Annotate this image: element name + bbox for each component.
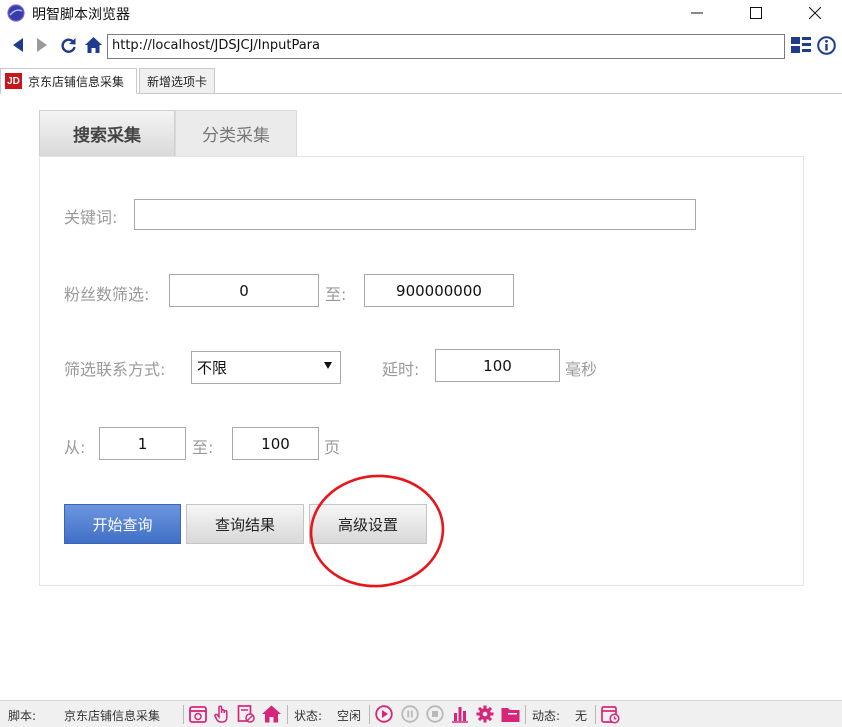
play-button[interactable] — [374, 704, 394, 724]
page-from-label: 从: — [64, 438, 86, 457]
keyword-label: 关键词: — [64, 208, 118, 227]
stop-task-button[interactable] — [236, 704, 256, 724]
folder-icon — [501, 707, 519, 722]
calendar-clock-icon — [600, 705, 620, 724]
delay-unit-label: 毫秒 — [565, 360, 598, 379]
tab-label: 分类采集 — [202, 126, 270, 146]
contact-filter-value: 不限 — [197, 359, 228, 377]
fans-min-input[interactable]: 0 — [169, 274, 319, 307]
start-query-button[interactable]: 开始查询 — [64, 504, 181, 544]
title-bar: 明智脚本浏览器 — [0, 0, 842, 26]
tab-label: 搜索采集 — [73, 126, 141, 146]
home-button[interactable] — [84, 36, 102, 54]
dropdown-arrow-icon — [324, 362, 332, 369]
status-separator — [595, 705, 596, 724]
status-separator — [525, 705, 526, 724]
forward-button[interactable] — [33, 36, 51, 54]
script-label: 脚本: — [8, 709, 37, 723]
delay-label: 延时: — [382, 360, 420, 379]
home-icon — [84, 37, 102, 53]
hand-pointer-icon — [214, 705, 228, 723]
stop-icon — [426, 705, 444, 723]
calendar-clock-icon — [189, 706, 207, 723]
status-separator — [183, 705, 184, 724]
jd-logo-icon: JD — [5, 73, 22, 89]
info-button[interactable] — [816, 35, 836, 55]
play-icon — [375, 705, 393, 723]
browser-tab-new[interactable]: 新增选项卡 — [139, 68, 215, 94]
grid-layout-icon — [791, 37, 811, 53]
contact-filter-label: 筛选联系方式: — [64, 360, 166, 379]
home-page-button[interactable] — [261, 704, 281, 724]
tab-search-collect[interactable]: 搜索采集 — [39, 110, 175, 157]
home-icon — [261, 705, 281, 723]
delay-input[interactable]: 100 — [435, 349, 560, 382]
close-icon — [809, 7, 821, 19]
click-action-button[interactable] — [212, 704, 232, 724]
pause-button[interactable] — [400, 704, 420, 724]
fans-to-label: 至: — [325, 285, 347, 304]
page-from-input[interactable]: 1 — [99, 427, 186, 460]
tab-category-collect[interactable]: 分类采集 — [175, 110, 297, 157]
page-to-input[interactable]: 100 — [232, 427, 319, 460]
minimize-icon — [691, 12, 703, 14]
address-bar-input[interactable]: http://localhost/JDSJCJ/InputPara — [107, 34, 785, 59]
contact-filter-select[interactable]: 不限 — [191, 351, 341, 384]
close-button[interactable] — [793, 0, 837, 26]
layout-toggle-button[interactable] — [791, 36, 811, 54]
bar-chart-icon — [452, 707, 468, 723]
dynamic-label: 动态: — [532, 709, 561, 723]
window-title: 明智脚本浏览器 — [32, 7, 130, 23]
fans-max-input[interactable]: 900000000 — [364, 274, 514, 307]
maximize-icon — [750, 7, 762, 19]
log-calendar-button[interactable] — [600, 704, 620, 724]
minimize-button[interactable] — [675, 0, 719, 26]
open-folder-button[interactable] — [500, 704, 520, 724]
status-separator — [287, 705, 288, 724]
back-button[interactable] — [9, 36, 27, 54]
browser-tab-label: 新增选项卡 — [147, 74, 208, 89]
app-logo-icon — [7, 4, 25, 22]
annotation-circle — [309, 474, 445, 588]
status-separator — [369, 705, 370, 724]
document-block-icon — [237, 705, 255, 723]
page-unit-label: 页 — [324, 438, 341, 457]
info-icon — [816, 35, 836, 55]
fans-filter-label: 粉丝数筛选: — [64, 285, 150, 304]
script-name: 京东店铺信息采集 — [64, 709, 161, 723]
refresh-icon — [60, 37, 76, 53]
schedule-button[interactable] — [188, 704, 208, 724]
back-arrow-icon — [13, 38, 23, 52]
forward-arrow-icon — [37, 38, 47, 52]
dynamic-value: 无 — [575, 709, 588, 723]
gear-icon — [476, 705, 494, 723]
settings-button[interactable] — [475, 704, 495, 724]
page-to-label: 至: — [192, 438, 214, 457]
pause-icon — [401, 705, 419, 723]
statistics-button[interactable] — [450, 704, 470, 724]
stop-button[interactable] — [425, 704, 445, 724]
status-bar: 脚本: 京东店铺信息采集 状态: 空闲 动态: 无 — [0, 700, 842, 727]
state-label: 状态: — [294, 709, 323, 723]
browser-tab-strip: JD 京东店铺信息采集 新增选项卡 — [0, 68, 842, 94]
browser-tab-label: 京东店铺信息采集 — [28, 74, 125, 89]
browser-tab-jd-collect[interactable]: JD 京东店铺信息采集 — [0, 68, 137, 94]
maximize-button[interactable] — [734, 0, 778, 26]
navigation-bar: http://localhost/JDSJCJ/InputPara — [0, 32, 842, 60]
refresh-button[interactable] — [59, 36, 77, 54]
keyword-input[interactable] — [134, 199, 696, 230]
query-result-button[interactable]: 查询结果 — [186, 504, 304, 544]
state-value: 空闲 — [337, 709, 362, 723]
